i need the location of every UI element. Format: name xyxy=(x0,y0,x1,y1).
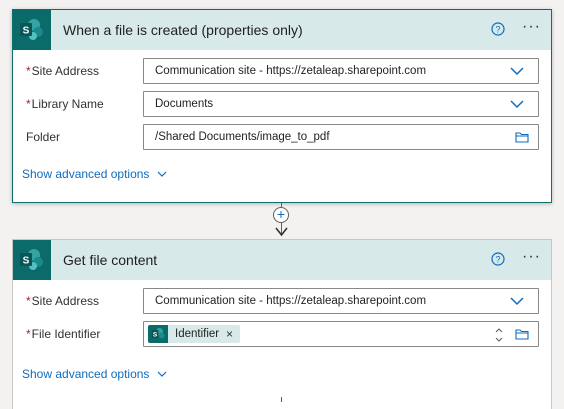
help-icon[interactable]: ? xyxy=(491,22,505,36)
trigger-card-header[interactable]: S When a file is created (properties onl… xyxy=(13,10,551,50)
library-name-label: *Library Name xyxy=(26,97,104,111)
library-name-value: Documents xyxy=(155,98,214,110)
add-step-icon[interactable]: + xyxy=(273,207,289,223)
svg-text:?: ? xyxy=(495,24,500,34)
site-address-value: Communication site - https://zetaleap.sh… xyxy=(155,295,427,307)
folder-input[interactable]: /Shared Documents/image_to_pdf xyxy=(143,124,539,150)
site-address-label: *Site Address xyxy=(26,64,100,78)
trigger-title: When a file is created (properties only) xyxy=(63,22,303,38)
file-identifier-input[interactable]: S Identifier × xyxy=(143,321,539,347)
library-name-dropdown[interactable]: Documents xyxy=(143,91,539,117)
identifier-token-label: Identifier xyxy=(175,328,220,340)
folder-icon[interactable] xyxy=(515,131,529,143)
required-marker: * xyxy=(26,97,31,111)
chevron-down-icon[interactable] xyxy=(510,67,524,76)
folder-row: Folder /Shared Documents/image_to_pdf xyxy=(13,124,551,150)
site-address-dropdown[interactable]: Communication site - https://zetaleap.sh… xyxy=(143,58,539,84)
show-advanced-options-link[interactable]: Show advanced options xyxy=(22,167,167,181)
library-name-row: *Library Name Documents xyxy=(13,91,551,117)
sharepoint-logo-icon: S xyxy=(13,240,51,280)
site-address-dropdown[interactable]: Communication site - https://zetaleap.sh… xyxy=(143,288,539,314)
file-identifier-row: *File Identifier S Identifier × xyxy=(13,321,551,347)
svg-text:?: ? xyxy=(495,254,500,264)
svg-text:S: S xyxy=(23,26,30,37)
sharepoint-logo-icon: S xyxy=(13,10,51,50)
trigger-card: S When a file is created (properties onl… xyxy=(12,9,552,203)
site-address-row: *Site Address Communication site - https… xyxy=(13,58,551,84)
sharepoint-logo-icon: S xyxy=(148,325,168,343)
svg-text:S: S xyxy=(23,256,30,267)
folder-label: Folder xyxy=(26,130,61,144)
required-marker: * xyxy=(26,294,31,308)
arrow-down-icon xyxy=(275,227,288,237)
chevron-down-icon[interactable] xyxy=(510,100,524,109)
more-options-icon[interactable]: ··· xyxy=(522,19,541,35)
folder-value: /Shared Documents/image_to_pdf xyxy=(155,131,330,143)
action-card-header[interactable]: S Get file content ? ··· xyxy=(13,240,551,280)
remove-token-icon[interactable]: × xyxy=(226,327,233,341)
chevron-down-icon xyxy=(158,371,167,377)
svg-text:S: S xyxy=(153,332,158,339)
chevron-down-icon[interactable] xyxy=(510,297,524,306)
required-marker: * xyxy=(26,327,31,341)
required-marker: * xyxy=(26,64,31,78)
site-address-value: Communication site - https://zetaleap.sh… xyxy=(155,65,427,77)
file-identifier-label: *File Identifier xyxy=(26,327,101,341)
action-title: Get file content xyxy=(63,252,158,268)
help-icon[interactable]: ? xyxy=(491,252,505,266)
site-address-row: *Site Address Communication site - https… xyxy=(13,288,551,314)
stepper-icon[interactable] xyxy=(494,326,504,344)
show-advanced-options-link[interactable]: Show advanced options xyxy=(22,367,167,381)
site-address-label: *Site Address xyxy=(26,294,100,308)
folder-icon[interactable] xyxy=(515,328,529,340)
connector-line xyxy=(281,397,282,402)
more-options-icon[interactable]: ··· xyxy=(522,249,541,265)
identifier-token[interactable]: S Identifier × xyxy=(148,325,240,343)
action-card: S Get file content ? ··· *Site Address C… xyxy=(12,239,552,409)
chevron-down-icon xyxy=(158,171,167,177)
